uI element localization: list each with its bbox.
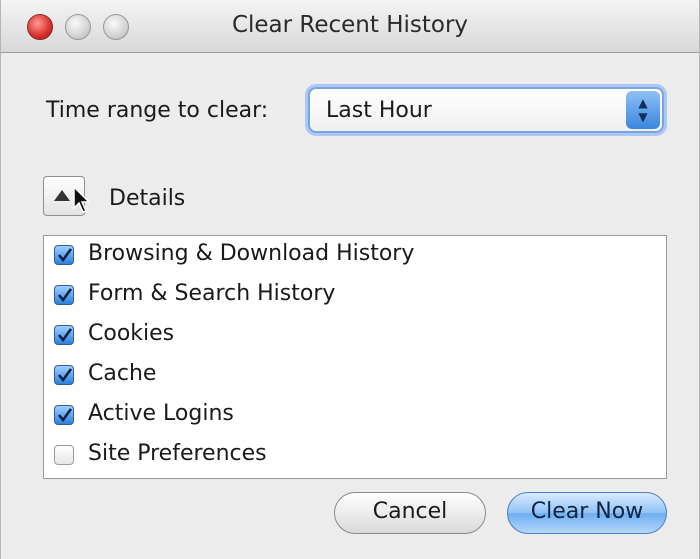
time-range-value: Last Hour <box>326 98 432 123</box>
active-logins-checkbox[interactable] <box>54 405 74 425</box>
time-range-select[interactable]: Last Hour ▲ ▼ <box>308 87 664 133</box>
cancel-button[interactable]: Cancel <box>334 492 486 534</box>
browsing-history-checkbox[interactable] <box>54 245 74 265</box>
details-label: Details <box>109 186 186 211</box>
item-label: Cache <box>88 361 157 386</box>
time-range-label: Time range to clear: <box>46 98 269 123</box>
item-label: Active Logins <box>88 401 234 426</box>
list-item[interactable]: Site Preferences <box>44 440 666 472</box>
list-item[interactable]: Browsing & Download History <box>44 240 666 272</box>
item-label: Cookies <box>88 321 175 346</box>
clear-now-button[interactable]: Clear Now <box>507 492 667 534</box>
window-title: Clear Recent History <box>231 12 469 38</box>
cache-checkbox[interactable] <box>54 365 74 385</box>
site-preferences-checkbox[interactable] <box>54 445 74 465</box>
cookies-checkbox[interactable] <box>54 325 74 345</box>
list-item[interactable]: Cache <box>44 360 666 392</box>
item-label: Browsing & Download History <box>88 241 415 266</box>
list-item[interactable]: Cookies <box>44 320 666 352</box>
list-item[interactable]: Form & Search History <box>44 280 666 312</box>
select-arrows-icon: ▲ ▼ <box>626 91 660 129</box>
history-items-list: Browsing & Download History Form & Searc… <box>43 235 667 479</box>
list-item[interactable]: Active Logins <box>44 400 666 432</box>
form-history-checkbox[interactable] <box>54 285 74 305</box>
item-label: Form & Search History <box>88 281 336 306</box>
disclosure-triangle-icon <box>54 190 70 201</box>
item-label: Site Preferences <box>88 441 267 466</box>
mouse-pointer-icon <box>73 186 91 213</box>
title-bar[interactable]: Clear Recent History <box>1 0 699 53</box>
dialog-window: Clear Recent History Time range to clear… <box>0 0 700 559</box>
